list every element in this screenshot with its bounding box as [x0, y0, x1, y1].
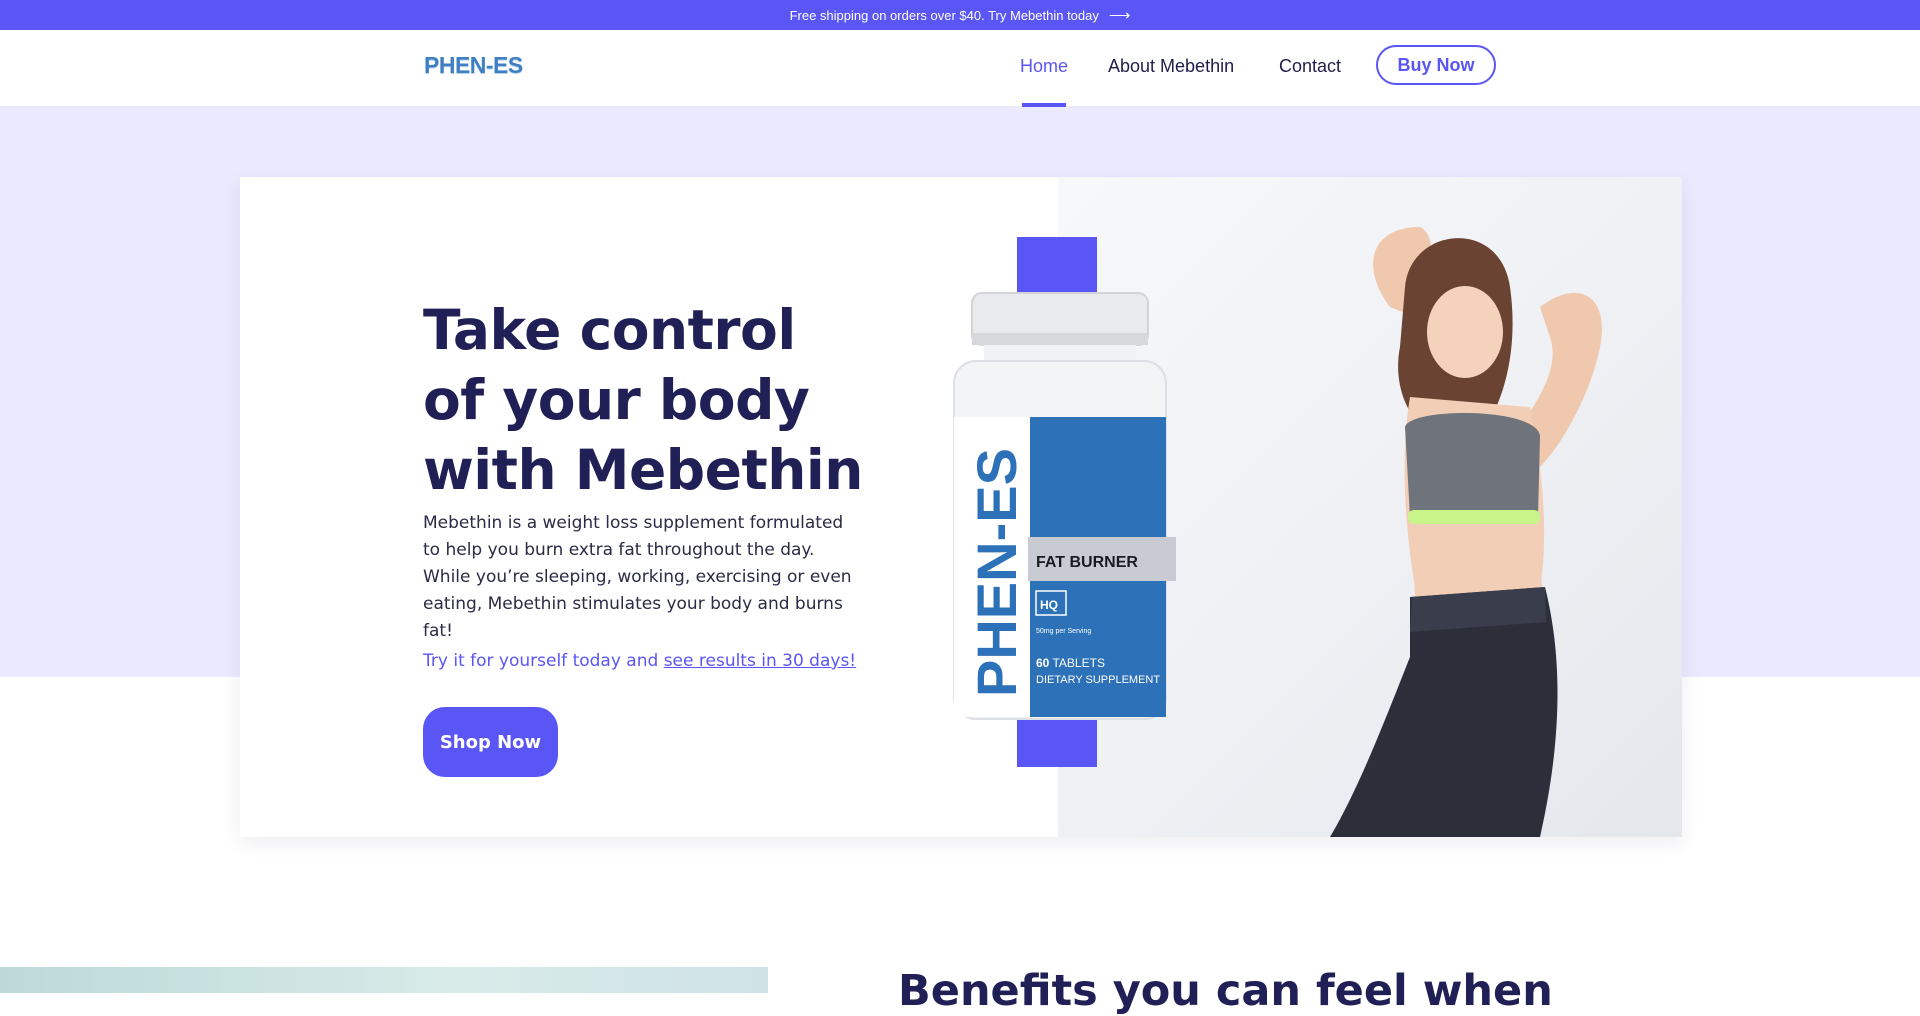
benefits-title: Benefits you can feel when [898, 966, 1553, 1016]
results-link[interactable]: see results in 30 days! [664, 651, 856, 671]
nav-home[interactable]: Home [1020, 56, 1068, 77]
product-bottle-image: PHEN-ES FAT BURNER HQ 50mg per Serving 6… [953, 292, 1176, 720]
hero-description: Mebethin is a weight loss supplement for… [423, 513, 852, 641]
buy-now-button[interactable]: Buy Now [1376, 45, 1496, 85]
nav-about[interactable]: About Mebethin [1108, 56, 1234, 77]
benefits-image [0, 967, 768, 993]
shop-now-button[interactable]: Shop Now [423, 707, 558, 777]
bottle-brand-text: PHEN-ES [965, 448, 1028, 697]
bottle-serving-text: 50mg per Serving [1036, 628, 1091, 635]
announcement-bar[interactable]: Free shipping on orders over $40. Try Me… [0, 0, 1920, 30]
hero-headline: Take control of your body with Mebethin [423, 298, 863, 502]
bottle-hq-text: HQ [1040, 598, 1058, 612]
svg-text:60 TABLETS: 60 TABLETS [1036, 656, 1105, 670]
woman-model-image [1330, 227, 1602, 837]
arrow-right-icon: ⟶ [1108, 7, 1131, 24]
nav-contact[interactable]: Contact [1279, 56, 1341, 77]
site-logo[interactable]: PHEN-ES [424, 52, 523, 79]
bottle-count-number: 60 [1036, 656, 1050, 670]
bottle-badge-text: FAT BURNER [1036, 554, 1138, 571]
site-header: PHEN-ES Home About Mebethin Contact Buy … [0, 30, 1920, 107]
hero-card: Take control of your body with Mebethin … [240, 177, 1682, 837]
hero-try-text: Try it for yourself today and see result… [423, 651, 856, 671]
try-prefix: Try it for yourself today and [423, 651, 664, 671]
bottle-type-text: DIETARY SUPPLEMENT [1036, 674, 1160, 686]
bottle-count-word: TABLETS [1052, 656, 1104, 670]
announcement-text: Free shipping on orders over $40. Try Me… [789, 7, 1099, 23]
